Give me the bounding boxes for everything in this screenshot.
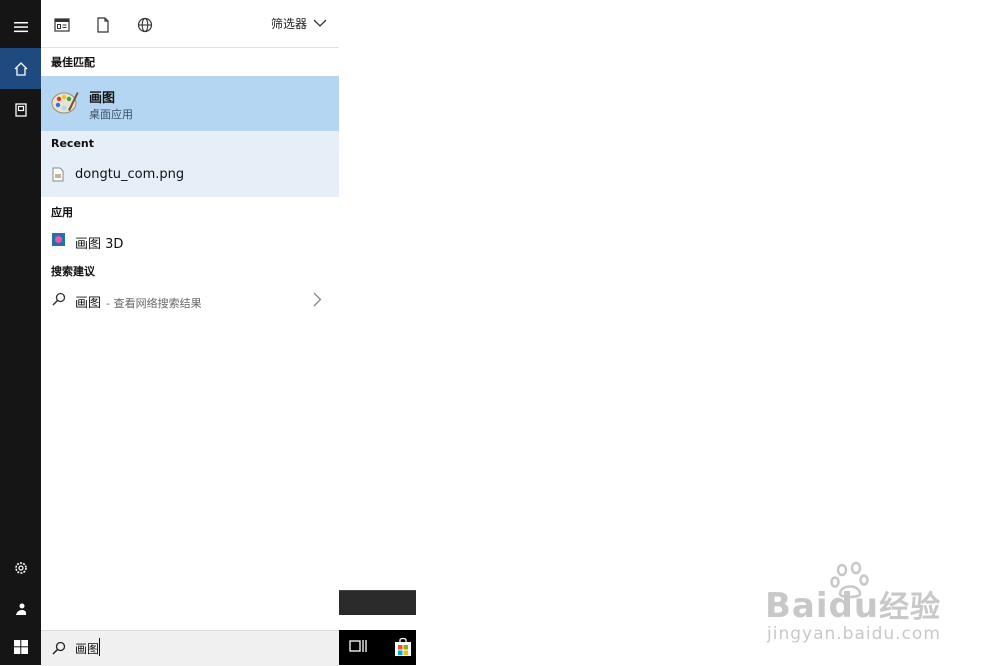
web-filter-button[interactable] <box>134 14 156 36</box>
text-cursor <box>99 638 100 656</box>
apps-filter-button[interactable] <box>51 14 73 36</box>
start-button[interactable] <box>0 628 41 665</box>
chevron-down-icon <box>313 19 327 27</box>
filter-label: 筛选器 <box>270 17 307 31</box>
suggestion-detail: - 查看网络搜索结果 <box>106 297 202 310</box>
recent-section: Recent dongtu_com.png <box>41 131 339 197</box>
task-view-icon <box>349 640 367 652</box>
start-rail <box>0 0 41 665</box>
search-input[interactable]: 画图 <box>75 640 99 657</box>
search-icon <box>52 641 66 655</box>
paint-3d-icon <box>52 233 65 246</box>
document-collection-icon <box>14 102 27 117</box>
best-match-subtitle: 桌面应用 <box>89 108 133 121</box>
documents-button[interactable] <box>0 89 41 130</box>
search-panel: 筛选器 最佳匹配 画图 桌面应用 Recent dongtu_com.png 应… <box>41 0 339 665</box>
apps-icon <box>54 18 70 32</box>
best-match-heading: 最佳匹配 <box>51 56 95 69</box>
taskbar-preview-strip <box>339 590 416 615</box>
watermark-url: jingyan.baidu.com <box>767 624 941 644</box>
store-button[interactable] <box>393 636 415 658</box>
search-suggestions-heading: 搜索建议 <box>51 265 95 278</box>
menu-button[interactable] <box>0 6 41 47</box>
suggestion-term: 画图 <box>75 296 102 311</box>
recent-heading: Recent <box>51 137 95 150</box>
recent-item-label: dongtu_com.png <box>75 167 185 182</box>
web-suggestion-item[interactable]: 画图 - 查看网络搜索结果 <box>41 287 339 313</box>
search-icon <box>52 292 66 306</box>
app-item-label: 画图 3D <box>75 237 124 252</box>
filter-dropdown[interactable]: 筛选器 <box>271 15 327 32</box>
home-button[interactable] <box>0 48 41 89</box>
best-match-title: 画图 <box>89 91 116 106</box>
search-box[interactable]: 画图 <box>41 630 339 666</box>
baidu-watermark: Baidu经验 jingyan.baidu.com <box>765 560 965 650</box>
user-icon <box>15 603 26 615</box>
search-filter-bar: 筛选器 <box>41 0 339 48</box>
settings-icon <box>14 561 27 574</box>
watermark-brand: Baidu <box>765 586 880 626</box>
paint-app-icon <box>51 92 79 114</box>
watermark-brand-cn: 经验 <box>879 590 942 625</box>
image-file-icon <box>52 167 64 182</box>
taskbar <box>339 630 416 665</box>
store-icon <box>395 637 411 656</box>
windows-start-icon <box>13 639 28 654</box>
settings-button[interactable] <box>0 547 41 588</box>
task-view-button[interactable] <box>349 638 369 658</box>
recent-item[interactable]: dongtu_com.png <box>41 161 339 191</box>
chevron-right-icon[interactable] <box>313 292 322 307</box>
document-icon <box>97 17 109 33</box>
documents-filter-button[interactable] <box>92 14 114 36</box>
app-item-paint-3d[interactable]: 画图 3D <box>41 228 339 254</box>
best-match-item[interactable]: 画图 桌面应用 <box>41 76 339 131</box>
user-button[interactable] <box>0 588 41 629</box>
home-icon <box>14 61 27 76</box>
web-globe-icon <box>137 17 153 33</box>
menu-icon <box>13 21 28 32</box>
apps-heading: 应用 <box>51 206 73 219</box>
search-results: 最佳匹配 画图 桌面应用 Recent dongtu_com.png 应用 画图… <box>41 48 339 630</box>
